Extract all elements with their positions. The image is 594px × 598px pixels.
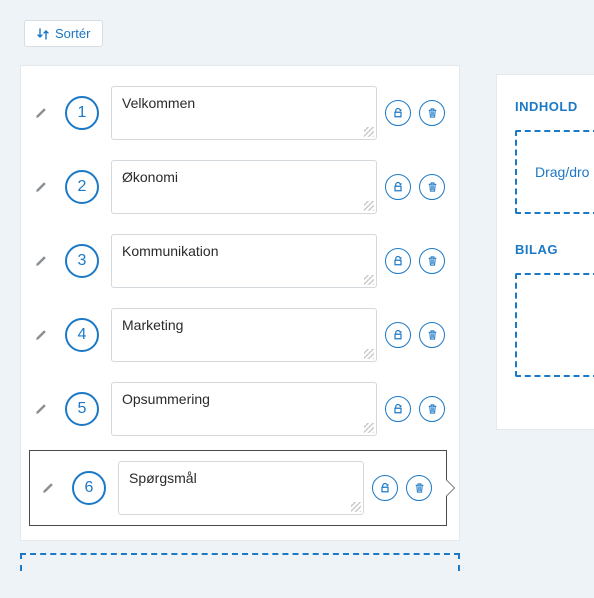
side-panel: INDHOLD Drag/dro BILAG [496,74,594,430]
dropzone-text: Drag/dro [535,164,589,180]
item-number-badge: 2 [65,170,99,204]
edit-icon[interactable] [38,481,58,495]
content-dropzone[interactable]: Drag/dro [515,130,594,214]
delete-button[interactable] [419,322,445,348]
item-title-input[interactable]: Spørgsmål [118,461,364,515]
item-title-input[interactable]: Marketing [111,308,377,362]
unlock-button[interactable] [385,396,411,422]
sort-icon [37,28,49,40]
item-number-badge: 5 [65,392,99,426]
item-row[interactable]: 5 Opsummering [21,372,459,446]
sort-button[interactable]: Sortér [24,20,103,47]
edit-icon[interactable] [31,254,51,268]
item-title-input[interactable]: Opsummering [111,382,377,436]
sort-button-label: Sortér [55,26,90,41]
item-title-text: Marketing [122,317,183,333]
attachments-heading: BILAG [515,242,594,257]
item-number-badge: 6 [72,471,106,505]
edit-icon[interactable] [31,106,51,120]
unlock-button[interactable] [385,322,411,348]
item-row[interactable]: 4 Marketing [21,298,459,372]
unlock-button[interactable] [385,248,411,274]
item-title-text: Spørgsmål [129,470,197,486]
item-row[interactable]: 2 Økonomi [21,150,459,224]
item-row[interactable]: 3 Kommunikation [21,224,459,298]
edit-icon[interactable] [31,328,51,342]
unlock-button[interactable] [385,174,411,200]
content-heading: INDHOLD [515,99,594,114]
bottom-dropzone[interactable] [20,553,460,571]
delete-button[interactable] [419,248,445,274]
attachments-dropzone[interactable] [515,273,594,377]
unlock-button[interactable] [385,100,411,126]
item-number-badge: 4 [65,318,99,352]
item-row[interactable]: 1 Velkommen [21,76,459,150]
item-row[interactable]: 6 Spørgsmål [29,450,447,526]
delete-button[interactable] [419,100,445,126]
delete-button[interactable] [419,174,445,200]
item-title-text: Økonomi [122,169,178,185]
item-number-badge: 1 [65,96,99,130]
edit-icon[interactable] [31,402,51,416]
edit-icon[interactable] [31,180,51,194]
unlock-button[interactable] [372,475,398,501]
item-title-input[interactable]: Økonomi [111,160,377,214]
item-number-badge: 3 [65,244,99,278]
item-title-input[interactable]: Velkommen [111,86,377,140]
delete-button[interactable] [406,475,432,501]
item-title-input[interactable]: Kommunikation [111,234,377,288]
delete-button[interactable] [419,396,445,422]
item-title-text: Kommunikation [122,243,219,259]
items-panel: 1 Velkommen 2 Økonomi 3 Kommunikation 4 Marketi… [20,65,460,541]
item-title-text: Opsummering [122,391,210,407]
item-title-text: Velkommen [122,95,195,111]
